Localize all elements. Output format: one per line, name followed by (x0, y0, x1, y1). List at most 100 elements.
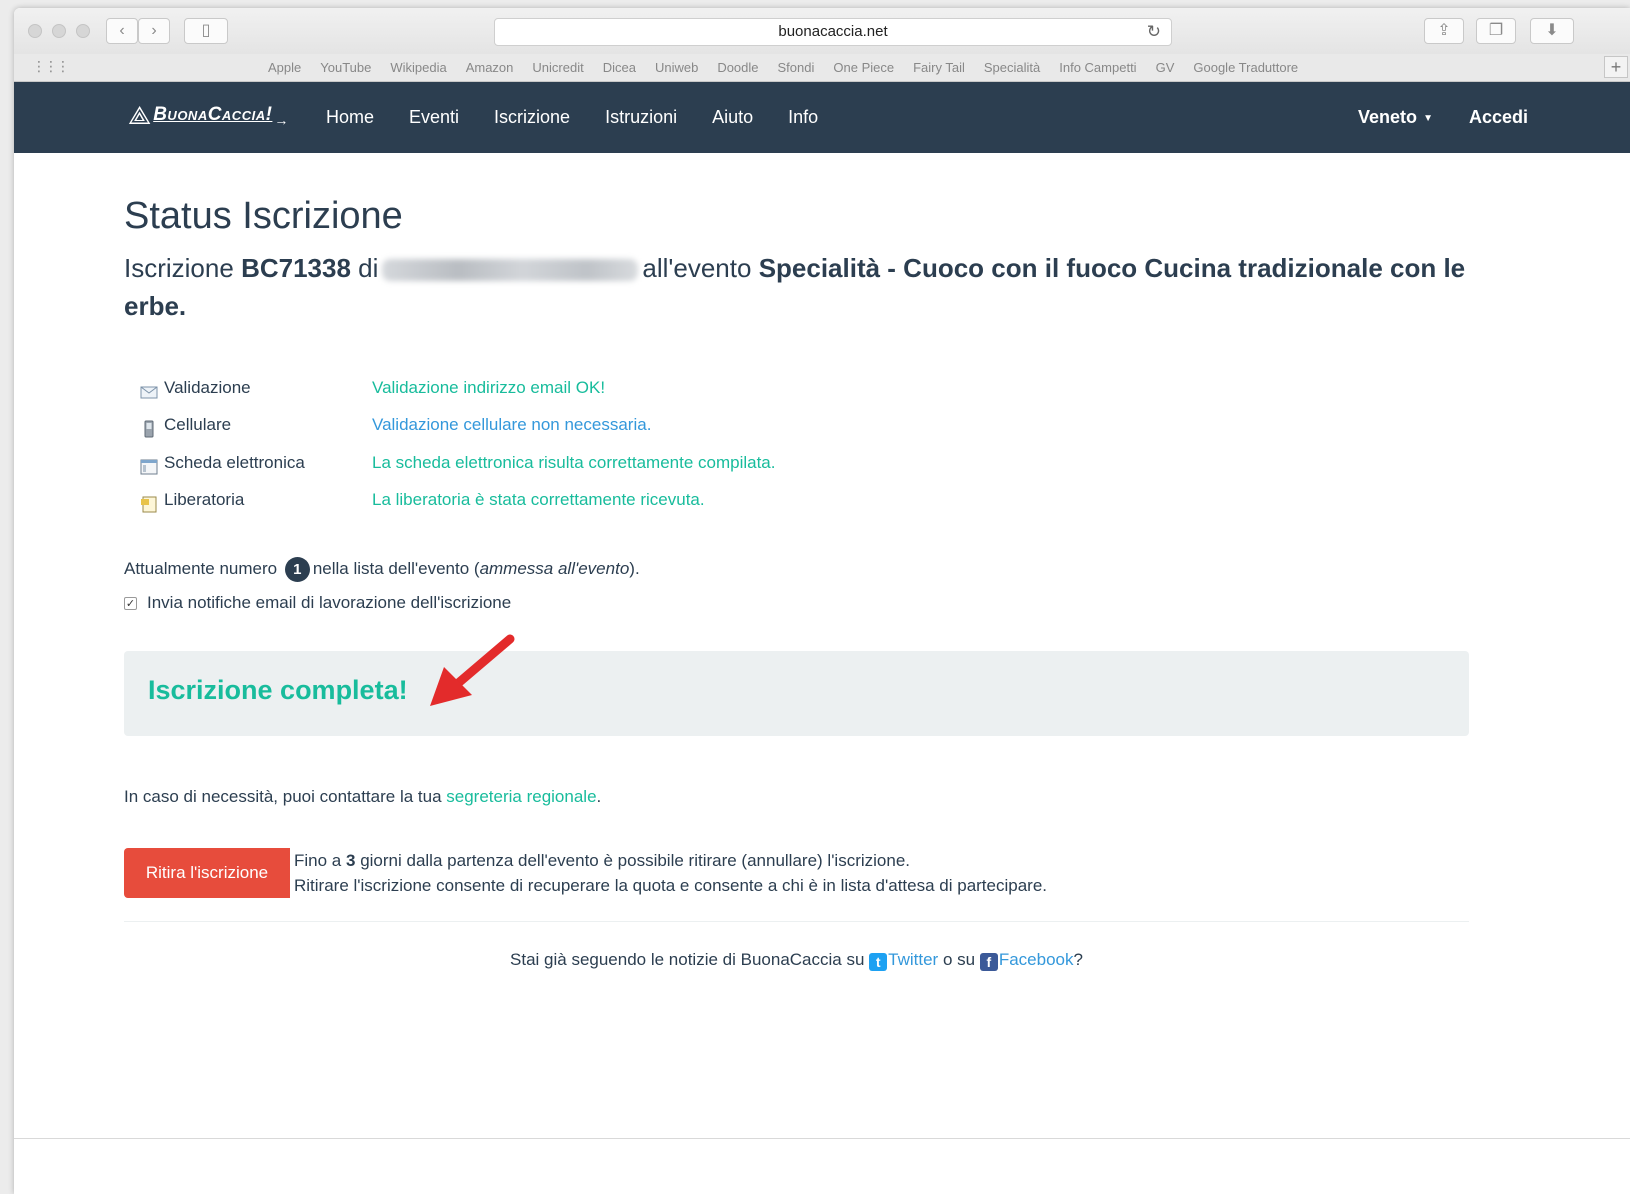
tabs-icon: ❐ (1488, 22, 1504, 39)
twitter-link[interactable]: Twitter (888, 950, 938, 969)
bookmark-item[interactable]: Info Campetti (1059, 54, 1136, 81)
page-bottom-border (14, 1138, 1630, 1139)
notify-checkbox[interactable]: ✓ (124, 596, 137, 610)
twitter-icon[interactable]: t (869, 953, 888, 971)
bookmark-item[interactable]: Apple (268, 54, 301, 81)
subtitle-prefix: Iscrizione (124, 253, 234, 283)
bookmark-item[interactable]: Fairy Tail (913, 54, 965, 81)
nav-home[interactable]: Home (326, 82, 374, 153)
nav-eventi[interactable]: Eventi (409, 82, 459, 153)
subtitle-of: di (358, 253, 379, 283)
withdraw-info-line2: Ritirare l'iscrizione consente di recupe… (294, 876, 1048, 895)
login-link[interactable]: Accedi (1469, 82, 1528, 154)
site-navbar: ⟁ BuonaCaccia! → Home Eventi Iscrizione … (14, 82, 1630, 153)
position-badge: 1 (284, 557, 310, 582)
notify-label[interactable]: Invia notifiche email di lavorazione del… (147, 593, 511, 613)
status-row-validation: Validazione Validazione indirizzo email … (140, 375, 1040, 412)
contact-prefix: In caso di necessità, puoi contattare la… (124, 787, 442, 806)
region-dropdown[interactable]: Veneto ▼ (1358, 82, 1433, 154)
envelope-icon (140, 386, 158, 399)
withdraw-registration-button[interactable]: Ritira l'iscrizione (124, 848, 290, 898)
tabs-button[interactable]: ❐ (1476, 18, 1516, 44)
reload-icon[interactable]: ↻ (1147, 19, 1161, 45)
bookmark-item[interactable]: One Piece (833, 54, 894, 81)
address-bar[interactable]: buonacaccia.net ↻ (494, 18, 1172, 46)
withdraw-line1-suffix: giorni dalla partenza dell'evento è poss… (360, 851, 911, 870)
bookmark-item[interactable]: Doodle (717, 54, 758, 81)
status-value: La liberatoria è stata correttamente ric… (372, 490, 705, 509)
registration-code: BC71338 (241, 253, 351, 283)
completion-message: Iscrizione completa! (148, 675, 408, 705)
share-button[interactable]: ⇪ (1424, 18, 1464, 44)
status-row-form: Scheda elettronica La scheda elettronica… (140, 450, 1040, 487)
bookmark-list: Apple YouTube Wikipedia Amazon Unicredit Dice… (268, 54, 1317, 81)
brand-name: BuonaCaccia! (153, 104, 273, 125)
position-suffix: ). (629, 558, 640, 578)
window-zoom-button[interactable] (76, 24, 90, 38)
bookmark-item[interactable]: Amazon (466, 54, 514, 81)
subtitle-to-event: all'evento (642, 253, 752, 283)
status-value: La scheda elettronica risulta correttame… (372, 453, 776, 472)
social-text: Stai già seguendo le notizie di BuonaCac… (124, 950, 1469, 971)
tent-icon: ⟁ (128, 100, 152, 130)
nav-right: Veneto ▼ Accedi (1322, 82, 1528, 154)
nav-iscrizione[interactable]: Iscrizione (494, 82, 570, 153)
nav-aiuto[interactable]: Aiuto (712, 82, 753, 153)
browser-titlebar: ‹ › ▯ buonacaccia.net ↻ ⇪ ❐ ⬇ (14, 8, 1630, 54)
bookmark-item[interactable]: Unicredit (532, 54, 583, 81)
window-minimize-button[interactable] (52, 24, 66, 38)
facebook-icon[interactable]: f (979, 953, 998, 971)
address-url: buonacaccia.net (778, 23, 888, 40)
forward-button[interactable]: › (138, 18, 170, 44)
divider (124, 921, 1469, 922)
downloads-button[interactable]: ⬇ (1530, 18, 1574, 44)
status-label: Validazione (164, 378, 251, 397)
redacted-name (382, 259, 639, 282)
nav-info[interactable]: Info (788, 82, 818, 153)
bookmark-item[interactable]: Specialità (984, 54, 1040, 81)
top-sites-icon[interactable]: ⋮⋮⋮ (32, 58, 70, 75)
status-label: Scheda elettronica (164, 453, 305, 472)
bookmark-item[interactable]: YouTube (320, 54, 371, 81)
chevron-left-icon: ‹ (119, 22, 125, 39)
brand-logo[interactable]: ⟁ BuonaCaccia! → (128, 100, 288, 130)
position-status: ammessa all'evento (479, 558, 630, 578)
bookmark-item[interactable]: Sfondi (778, 54, 815, 81)
withdraw-info: Fino a 3 giorni dalla partenza dell'even… (294, 848, 1047, 898)
back-button[interactable]: ‹ (106, 18, 138, 44)
position-prefix: Attualmente numero (124, 558, 278, 578)
bookmark-item[interactable]: Wikipedia (390, 54, 446, 81)
page-title: Status Iscrizione (124, 195, 403, 237)
bookmark-item[interactable]: GV (1156, 54, 1175, 81)
annotation-arrow-icon (430, 634, 515, 706)
arrow-right-icon: → (274, 112, 289, 128)
document-icon (141, 496, 157, 513)
queue-position: Attualmente numero 1 nella lista dell'eve… (124, 557, 640, 582)
status-row-phone: Cellulare Validazione cellulare non nece… (140, 412, 1040, 449)
form-icon (140, 459, 158, 475)
bookmarks-bar: ⋮⋮⋮ Apple YouTube Wikipedia Amazon Unicredit… (14, 54, 1630, 82)
bookmark-item[interactable]: Dicea (603, 54, 636, 81)
sidebar-toggle-button[interactable]: ▯ (184, 18, 228, 44)
window-close-button[interactable] (28, 24, 42, 38)
add-bookmark-button[interactable]: + (1604, 56, 1628, 78)
status-value: Validazione indirizzo email OK! (372, 378, 606, 397)
main-nav: Home Eventi Iscrizione Istruzioni Aiuto … (326, 82, 853, 153)
browser-window: ‹ › ▯ buonacaccia.net ↻ ⇪ ❐ ⬇ ⋮⋮⋮ Apple Y… (14, 8, 1630, 1194)
sidebar-icon: ▯ (201, 22, 211, 39)
bookmark-item[interactable]: Google Traduttore (1193, 54, 1298, 81)
bookmark-item[interactable]: Uniweb (655, 54, 698, 81)
caret-down-icon: ▼ (1423, 112, 1433, 124)
regional-office-link[interactable]: segreteria regionale (446, 787, 596, 806)
status-label: Liberatoria (164, 490, 245, 509)
status-row-release: Liberatoria La liberatoria è stata corre… (140, 487, 1040, 524)
checkmark-icon: ✓ (125, 597, 136, 610)
social-prefix: Stai già seguendo le notizie di BuonaCac… (510, 950, 865, 969)
chevron-right-icon: › (151, 22, 157, 39)
nav-istruzioni[interactable]: Istruzioni (605, 82, 677, 153)
status-value: Validazione cellulare non necessaria. (372, 415, 652, 434)
facebook-link[interactable]: Facebook (999, 950, 1074, 969)
contact-suffix: . (596, 787, 602, 806)
withdraw-info-line1: Fino a 3 giorni dalla partenza dell'even… (294, 848, 1047, 873)
social-or: o su (942, 950, 976, 969)
